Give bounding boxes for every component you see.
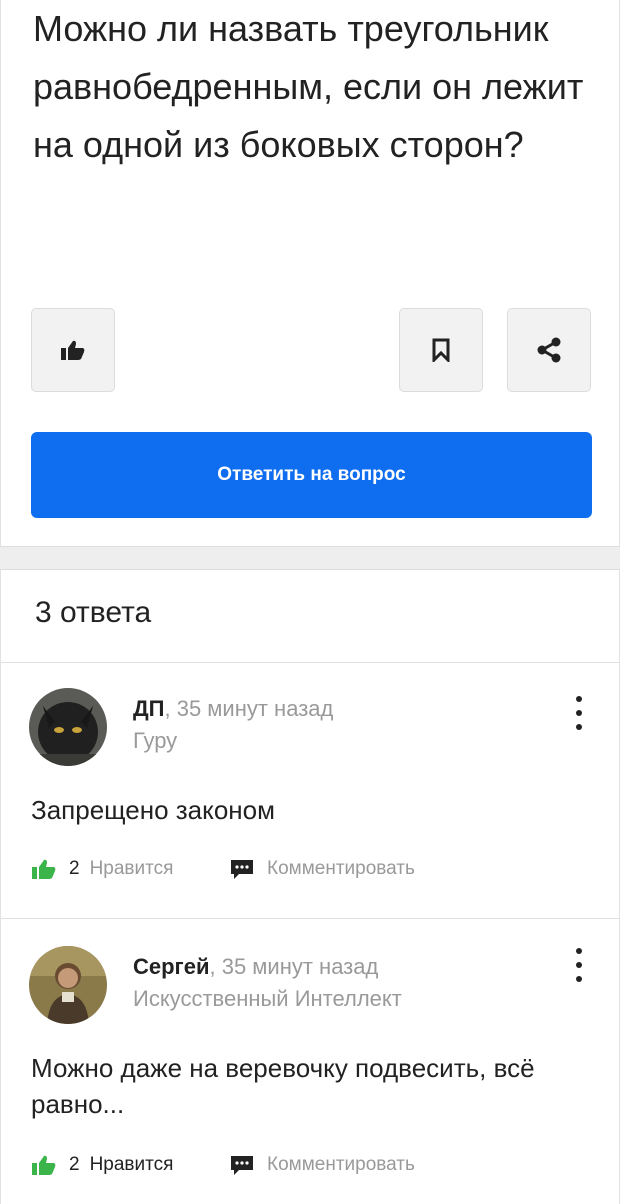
answers-count: 3 ответа <box>35 596 152 629</box>
share-icon <box>537 337 561 363</box>
comment-button[interactable]: Комментировать <box>229 1154 415 1176</box>
answer-text: Запрещено законом <box>31 795 275 825</box>
comment-icon <box>231 860 253 879</box>
author-rank: Искусственный Интеллект <box>133 986 402 1011</box>
like-count: 2 <box>69 858 80 879</box>
author-rank: Гуру <box>133 728 178 753</box>
like-answer-button[interactable]: 2 Нравится <box>31 858 173 880</box>
answer-text: Можно даже на веревочку подвесить, всё р… <box>31 1053 535 1119</box>
answer-meta: ДП, 35 минут назад <box>133 696 333 722</box>
answer-item: ДП, 35 минут назад Гуру Запрещено законо… <box>1 662 620 918</box>
like-question-button[interactable] <box>31 308 115 392</box>
avatar[interactable] <box>29 946 107 1024</box>
thumbs-up-icon <box>32 859 56 879</box>
like-label: Нравится <box>89 858 174 879</box>
answer-question-button[interactable]: Ответить на вопрос <box>31 432 592 518</box>
thumbs-up-icon <box>61 340 85 360</box>
answer-item: Сергей, 35 минут назад Искусственный Инт… <box>1 918 620 1204</box>
like-count: 2 <box>69 1154 80 1175</box>
more-options-button[interactable] <box>567 948 591 982</box>
answer-time: , 35 минут назад <box>164 696 334 721</box>
like-label: Нравится <box>89 1154 174 1175</box>
avatar-image <box>29 946 107 1024</box>
comment-label: Комментировать <box>267 858 415 879</box>
comment-label: Комментировать <box>267 1154 415 1175</box>
question-card: Можно ли назвать треугольник равнобедрен… <box>0 0 620 546</box>
more-vertical-icon <box>576 948 582 954</box>
more-options-button[interactable] <box>567 696 591 730</box>
comment-icon <box>231 1156 253 1175</box>
avatar-image <box>29 688 107 766</box>
avatar[interactable] <box>29 688 107 766</box>
bookmark-button[interactable] <box>399 308 483 392</box>
section-separator <box>0 546 620 570</box>
like-answer-button[interactable]: 2 Нравится <box>31 1154 173 1176</box>
answer-meta: Сергей, 35 минут назад <box>133 954 378 980</box>
comment-button[interactable]: Комментировать <box>229 858 415 880</box>
author-name[interactable]: Сергей <box>133 954 209 979</box>
answer-time: , 35 минут назад <box>209 954 379 979</box>
more-vertical-icon <box>576 696 582 702</box>
question-title: Можно ли назвать треугольник равнобедрен… <box>33 8 584 165</box>
thumbs-up-icon <box>32 1155 56 1175</box>
author-name[interactable]: ДП <box>133 696 165 721</box>
bookmark-icon <box>432 338 450 362</box>
answers-section: 3 ответа ДП, 35 минут назад Гуру Запреще… <box>0 570 620 1204</box>
share-button[interactable] <box>507 308 591 392</box>
